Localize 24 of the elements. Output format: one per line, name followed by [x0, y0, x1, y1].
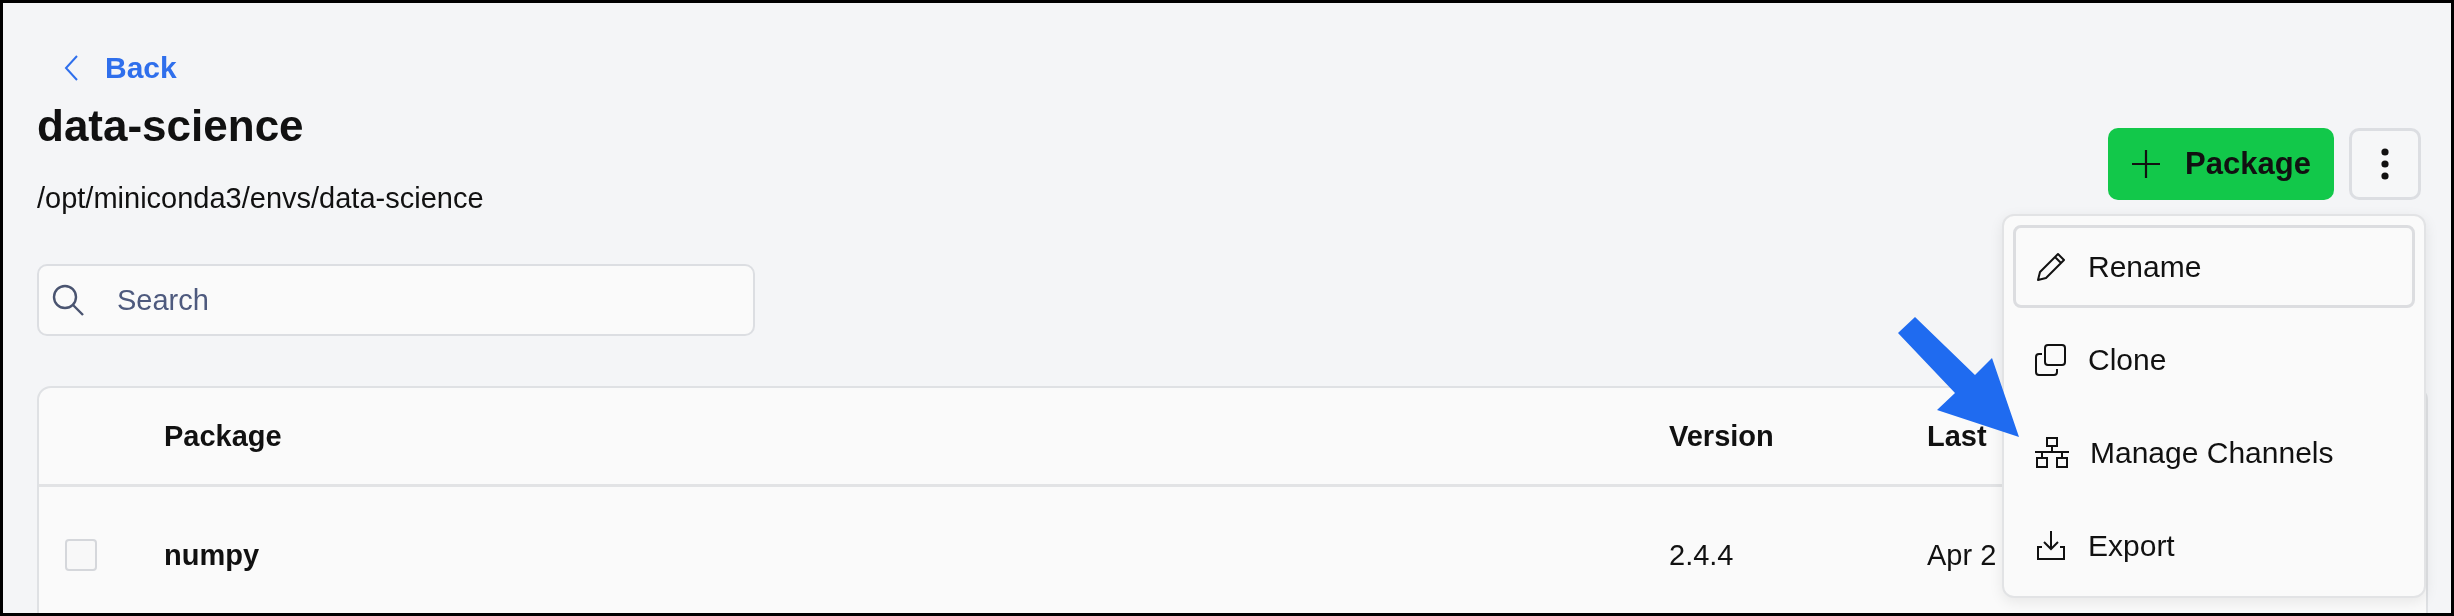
- menu-item[interactable]: Clone: [2013, 318, 2415, 401]
- column-header: Package: [164, 419, 283, 453]
- table-cell-text: numpy: [164, 538, 261, 572]
- column-header: Last: [1927, 419, 1987, 453]
- add-package-button[interactable]: Package: [2108, 128, 2334, 200]
- back-link[interactable]: Back: [37, 48, 177, 88]
- search-icon: [51, 283, 85, 317]
- menu-item[interactable]: Export: [2013, 504, 2415, 587]
- copy-icon: [2034, 342, 2068, 377]
- search-field[interactable]: Search: [37, 264, 755, 336]
- row-checkbox[interactable]: [65, 539, 97, 571]
- table-cell: Apr 2: [1927, 538, 1997, 572]
- more-options-button[interactable]: [2349, 128, 2421, 200]
- menu-item[interactable]: Rename: [2013, 225, 2415, 308]
- table-cell-text: 2.4.4: [1669, 538, 1735, 572]
- chevron-left-icon: [63, 54, 79, 82]
- column-header: Version: [1669, 419, 1775, 453]
- more-icon: [2380, 147, 2390, 181]
- download-icon: [2034, 528, 2068, 563]
- page-title: data-science: [37, 100, 304, 152]
- plus-icon: [2131, 149, 2162, 179]
- menu-item[interactable]: Manage Channels: [2013, 411, 2415, 494]
- network-icon: [2034, 435, 2070, 470]
- environment-path: /opt/miniconda3/envs/data-science: [37, 181, 484, 216]
